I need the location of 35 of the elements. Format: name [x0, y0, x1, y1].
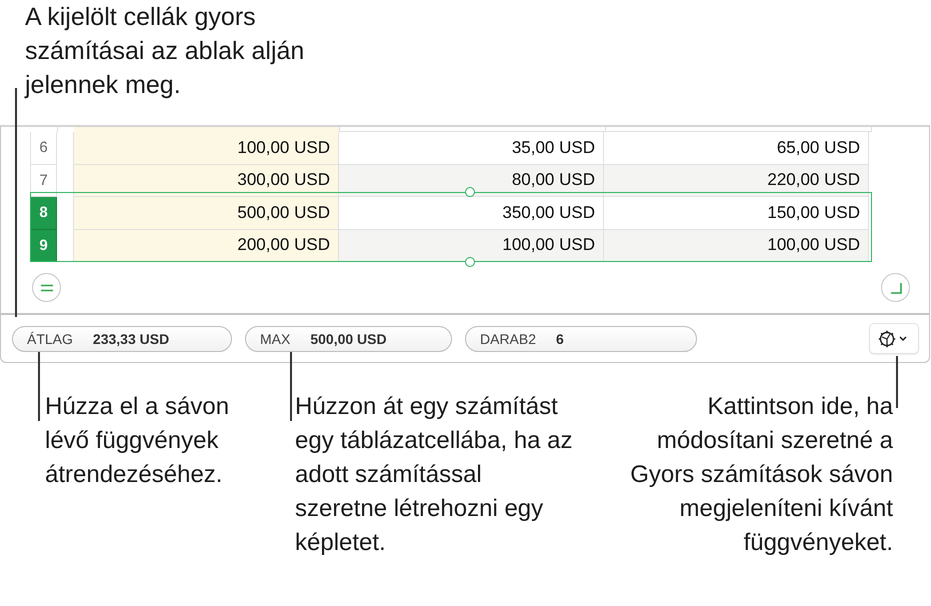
callout-text: Kattintson ide, ha módosítani szeretné a Gyors számítások sávon megjeleníteni kívánt függvényeket. [629, 392, 893, 558]
calc-value: 6 [556, 330, 564, 346]
selection-handle[interactable] [465, 257, 475, 267]
quick-calc-pill[interactable]: MAX 500,00 USD [245, 326, 452, 352]
table-cell: 80,00 USD [339, 164, 604, 197]
table-cell: 220,00 USD [604, 164, 869, 197]
table-cell: 100,00 USD [339, 230, 604, 262]
callout-text: Húzzon át egy számítást egy táblázatcellába, ha az adott számítással szeretne létrehozni egy képletet. [295, 392, 574, 558]
row-number[interactable]: 8 [30, 197, 57, 230]
row-number[interactable]: 9 [30, 230, 57, 262]
table-cell: 200,00 USD [74, 230, 339, 262]
quick-calc-pill[interactable]: ÁTLAG 233,33 USD [12, 326, 232, 352]
callout-text: Húzza el a sávon lévő függvények átrendezéséhez. [45, 392, 230, 490]
row-number[interactable]: 6 [30, 132, 57, 164]
leader-line [290, 352, 292, 421]
table-cell: 300,00 USD [74, 164, 339, 197]
quick-calc-pill[interactable]: DARAB2 6 [465, 326, 697, 352]
leader-line [38, 352, 40, 421]
calc-label: MAX [260, 330, 290, 346]
table-cell: 100,00 USD [74, 132, 339, 164]
table-cell: 100,00 USD [604, 230, 869, 262]
table-cell: 65,00 USD [604, 132, 869, 164]
calc-label: DARAB2 [480, 330, 536, 346]
callout-text: A kijelölt cellák gyors számításai az ablak alján jelennek meg. [25, 2, 306, 101]
table-cell: 350,00 USD [339, 197, 604, 230]
settings-button[interactable] [869, 323, 919, 354]
table-cell: 500,00 USD [74, 197, 339, 230]
leader-line [896, 356, 898, 408]
table-cell: 150,00 USD [604, 197, 869, 230]
calc-label: ÁTLAG [27, 330, 73, 346]
table-cell: 35,00 USD [339, 132, 604, 164]
calc-value: 500,00 USD [310, 330, 387, 346]
corner-icon[interactable] [881, 273, 910, 302]
equals-icon[interactable] [32, 273, 61, 302]
calc-value: 233,33 USD [92, 330, 170, 346]
